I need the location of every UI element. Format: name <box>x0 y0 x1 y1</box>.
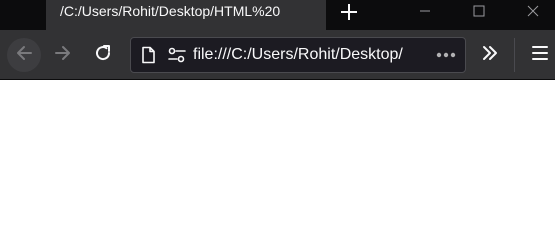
url-text[interactable]: file:///C:/Users/Rohit/Desktop/ <box>193 38 429 72</box>
double-chevron-right-icon <box>481 44 499 67</box>
plus-icon[interactable] <box>335 0 363 24</box>
navigation-toolbar: file:///C:/Users/Rohit/Desktop/ <box>0 30 555 80</box>
toolbar-separator <box>514 38 515 72</box>
hamburger-menu-icon <box>531 45 549 66</box>
url-bar[interactable]: file:///C:/Users/Rohit/Desktop/ <box>130 37 466 73</box>
tab-title: /C:/Users/Rohit/Desktop/HTML%20 <box>60 3 281 19</box>
maximize-icon[interactable] <box>462 0 496 22</box>
page-icon[interactable] <box>139 46 157 64</box>
arrow-right-icon <box>53 43 73 68</box>
reload-button[interactable] <box>86 38 120 72</box>
minimize-icon[interactable] <box>408 0 442 22</box>
menu-button[interactable] <box>524 38 555 72</box>
close-window-icon[interactable] <box>516 0 550 22</box>
title-bar: /C:/Users/Rohit/Desktop/HTML%20 <box>0 0 555 30</box>
forward-button[interactable] <box>46 38 80 72</box>
back-button[interactable] <box>7 38 41 72</box>
permissions-icon[interactable] <box>167 46 187 64</box>
page-content <box>0 81 555 252</box>
browser-tab[interactable]: /C:/Users/Rohit/Desktop/HTML%20 <box>46 0 326 30</box>
ellipsis-icon[interactable] <box>431 38 461 72</box>
reload-icon <box>93 43 113 68</box>
arrow-left-icon <box>14 43 34 68</box>
overflow-button[interactable] <box>474 38 506 72</box>
